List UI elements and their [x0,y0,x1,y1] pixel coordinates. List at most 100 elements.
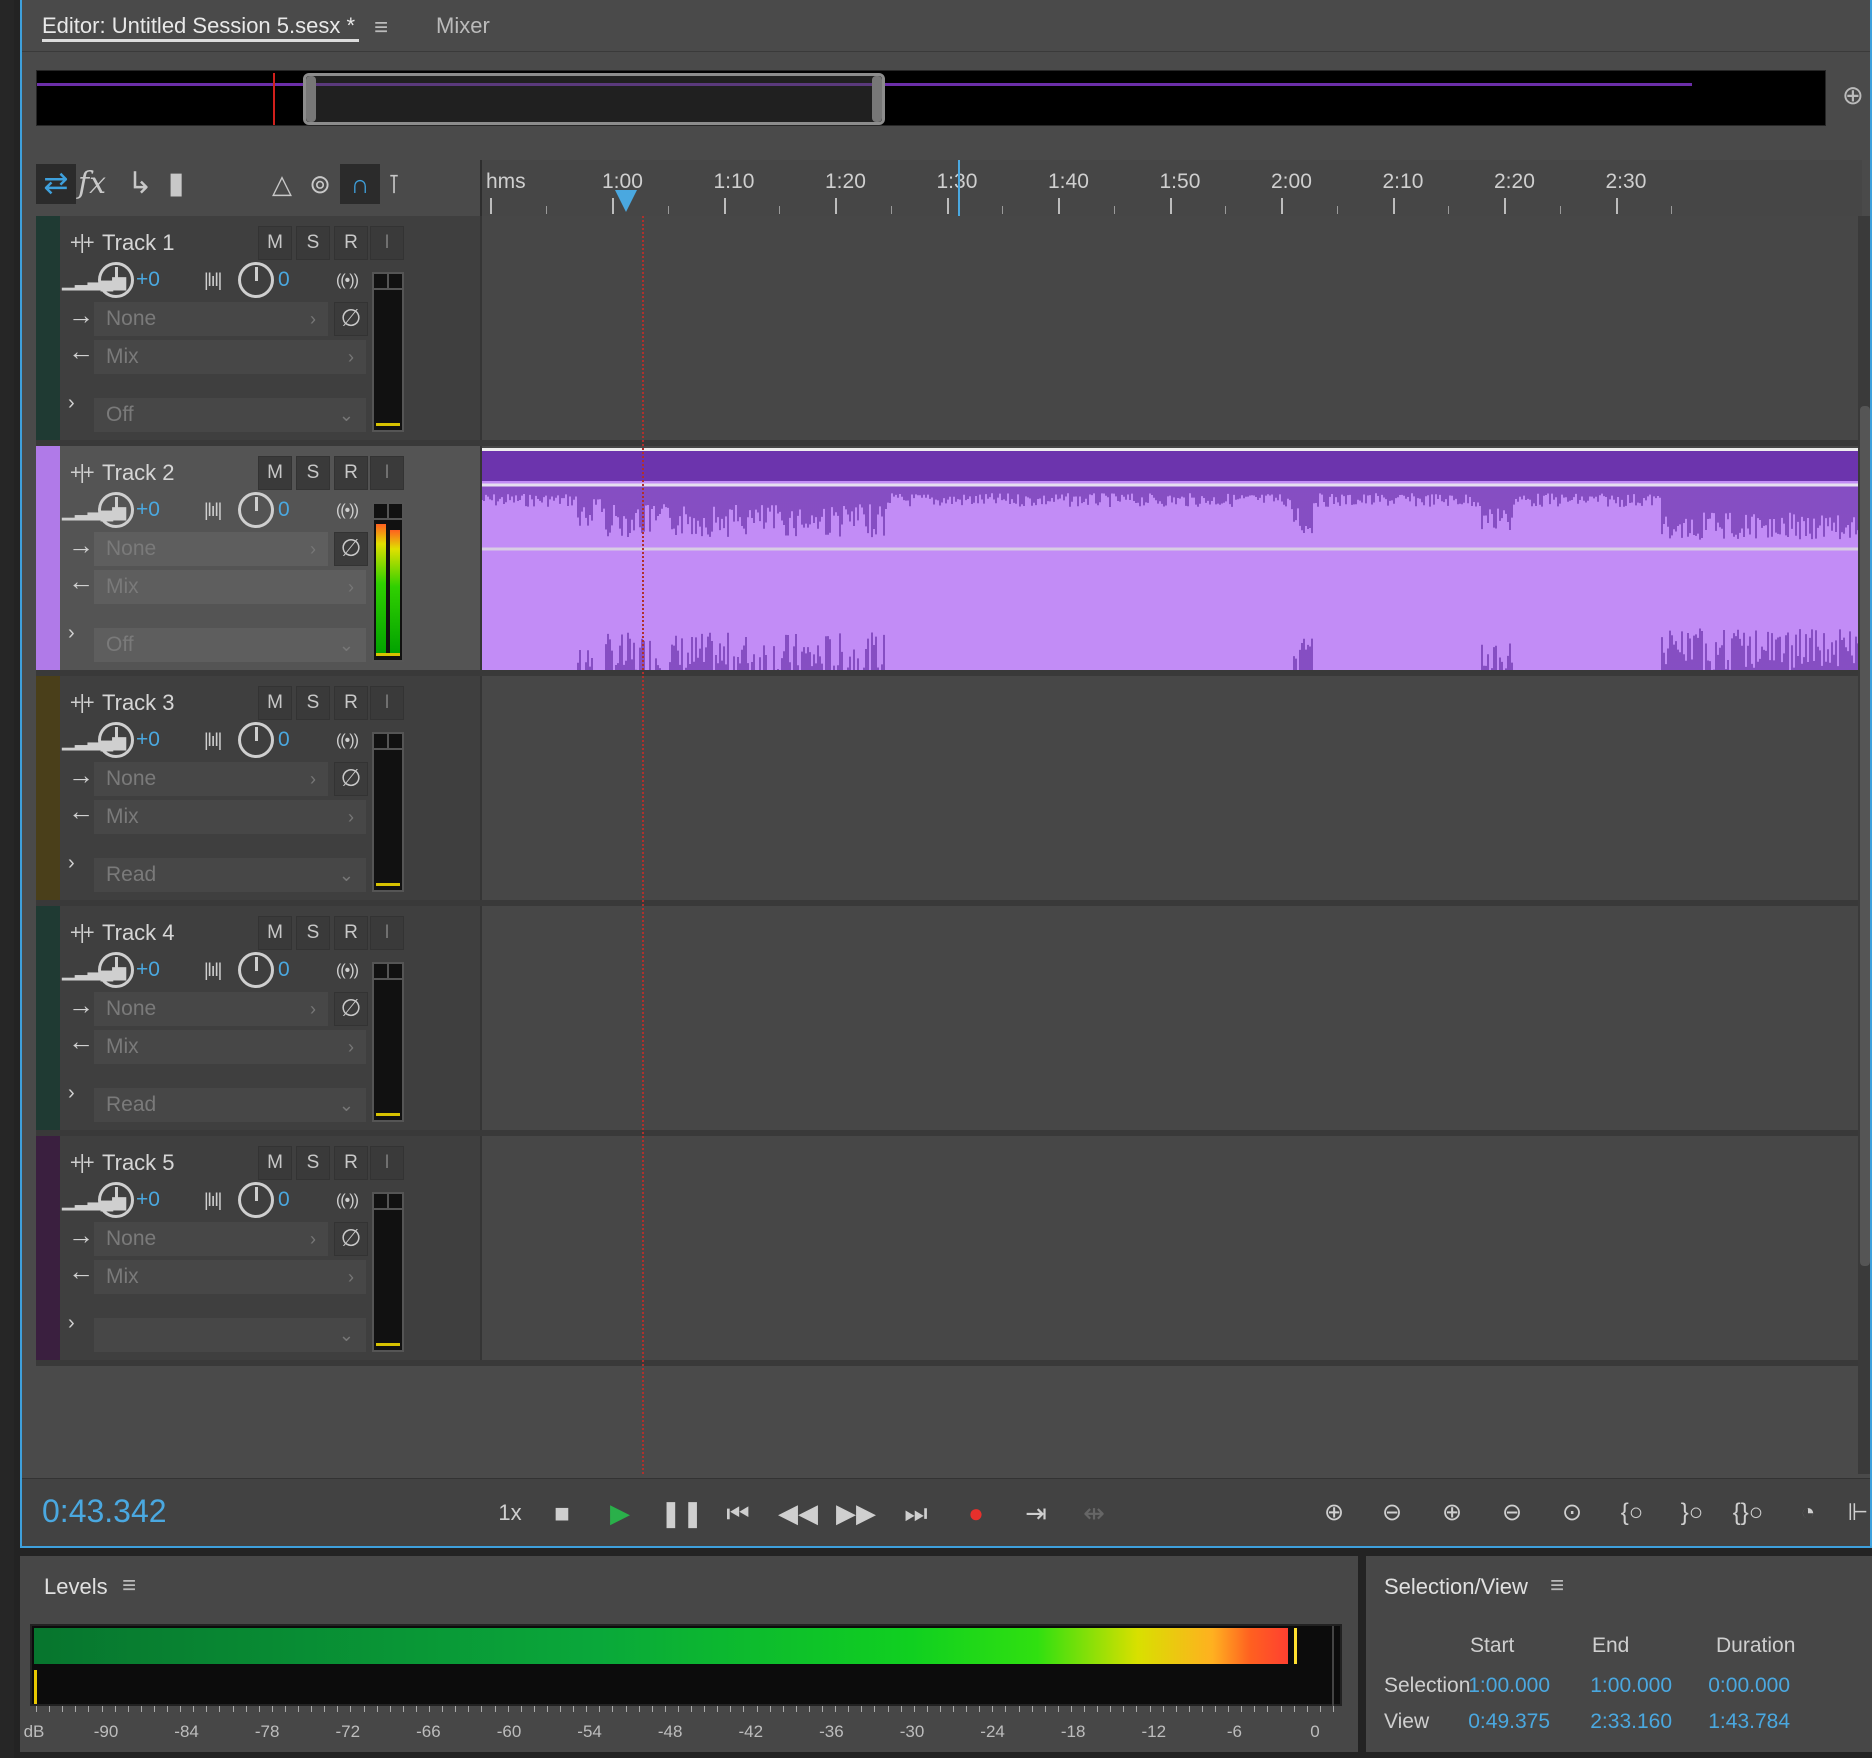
automation-mode-select[interactable]: Read ⌄ [94,1088,366,1122]
selection-start-field[interactable]: 1:00.000 [1454,1674,1550,1698]
track-name[interactable]: Track 4 [102,920,175,946]
expand-track-icon[interactable]: › [68,1312,75,1335]
pan-knob[interactable] [238,262,274,298]
input-monitor-button[interactable]: I [370,916,404,950]
mute-button[interactable]: M [258,456,292,490]
input-monitor-button[interactable]: I [370,456,404,490]
pan-knob[interactable] [238,722,274,758]
track-header[interactable]: +|+ Track 4 M S R I ▁▂▃▄▅ +0 |lıl| 0 ((•)) → None › ∅ ←… [60,906,480,1136]
output-select[interactable]: Mix › [94,570,366,604]
input-monitor-button[interactable]: I [370,226,404,260]
record-arm-button[interactable]: R [334,916,368,950]
pan-knob[interactable] [238,492,274,528]
zoom-to-selection-in-icon[interactable]: {○ [1610,1493,1654,1533]
inputs-outputs-icon[interactable]: ⇄ [36,164,76,204]
editor-panel-menu-icon[interactable]: ≡ [374,12,388,44]
record-arm-button[interactable]: R [334,456,368,490]
zoom-to-selection-out-icon[interactable]: }○ [1670,1493,1714,1533]
expand-track-icon[interactable]: › [68,1082,75,1105]
play-icon[interactable]: ▶ [600,1493,640,1533]
record-arm-button[interactable]: R [334,1146,368,1180]
overview-left-handle[interactable] [306,76,316,122]
track-header[interactable]: +|+ Track 3 M S R I ▁▂▃▄▅ +0 |lıl| 0 ((•)) → None › ∅ ←… [60,676,480,906]
output-select[interactable]: Mix › [94,800,366,834]
mute-button[interactable]: M [258,226,292,260]
zoom-to-view-icon[interactable]: ⊕ [1842,80,1870,116]
record-arm-button[interactable]: R [334,226,368,260]
record-arm-button[interactable]: R [334,686,368,720]
input-select[interactable]: None › [94,532,328,566]
pause-icon[interactable]: ❚❚ [660,1493,704,1533]
skip-to-start-icon[interactable]: ⏮ [718,1493,758,1533]
track-header[interactable]: +|+ Track 2 M S R I ▁▂▃▄▅ +0 |lıl| 0 ((•)) → None › ∅ ←… [60,446,480,676]
automation-mode-select[interactable]: Read ⌄ [94,858,366,892]
phase-invert-icon[interactable]: ∅ [334,992,368,1026]
track-2[interactable]: +|+ Track 2 M S R I ▁▂▃▄▅ +0 |lıl| 0 ((•)) → None › ∅ ←… [36,446,1862,712]
track-4[interactable]: +|+ Track 4 M S R I ▁▂▃▄▅ +0 |lıl| 0 ((•)) → None › ∅ ←… [36,906,1862,1136]
track-name[interactable]: Track 5 [102,1150,175,1176]
selection-duration-field[interactable]: 0:00.000 [1690,1674,1790,1698]
view-start-field[interactable]: 0:49.375 [1454,1710,1550,1734]
mute-button[interactable]: M [258,1146,292,1180]
zoom-in-time-icon[interactable]: ⊕ [1430,1493,1474,1533]
input-select[interactable]: None › [94,1222,328,1256]
pan-value[interactable]: 0 [278,498,290,522]
pan-knob[interactable] [238,1182,274,1218]
volume-value[interactable]: +0 [136,728,160,752]
selection-end-field[interactable]: 1:00.000 [1572,1674,1672,1698]
track-5[interactable]: +|+ Track 5 M S R I ▁▂▃▄▅ +0 |lıl| 0 ((•)) → None › ∅ ←… [36,1136,1862,1366]
pan-knob[interactable] [238,952,274,988]
pan-value[interactable]: 0 [278,268,290,292]
volume-value[interactable]: +0 [136,268,160,292]
selection-view-menu-icon[interactable]: ≡ [1550,1572,1564,1600]
volume-knob[interactable] [98,492,134,528]
phase-invert-icon[interactable]: ∅ [334,1222,368,1256]
phase-invert-icon[interactable]: ∅ [334,532,368,566]
volume-knob[interactable] [98,952,134,988]
rewind-icon[interactable]: ◀◀ [778,1493,818,1533]
solo-button[interactable]: S [296,686,330,720]
track-lane[interactable] [480,906,1862,1136]
fast-forward-icon[interactable]: ▶▶ [836,1493,876,1533]
effects-fx-icon[interactable]: fx [72,164,112,204]
zoom-out-amplitude-icon[interactable]: ⊖ [1370,1493,1414,1533]
output-select[interactable]: Mix › [94,1030,366,1064]
automation-mode-select[interactable]: ⌄ [94,1318,366,1352]
track-lane[interactable] [480,216,1862,446]
scrollbar-thumb[interactable] [1860,406,1870,1266]
solo-button[interactable]: S [296,916,330,950]
playhead-handle[interactable] [615,190,637,212]
overview-view-window[interactable] [303,73,885,125]
volume-knob[interactable] [98,1182,134,1218]
pan-value[interactable]: 0 [278,1188,290,1212]
solo-button[interactable]: S [296,1146,330,1180]
stop-icon[interactable]: ■ [542,1493,582,1533]
record-icon[interactable]: ● [956,1493,996,1533]
zoom-tracks-icon[interactable]: ⊩ [1836,1493,1872,1533]
zoom-out-full-icon[interactable]: ⊙ [1550,1493,1594,1533]
track-lane[interactable] [480,676,1862,906]
solo-button[interactable]: S [296,226,330,260]
view-end-field[interactable]: 2:33.160 [1572,1710,1672,1734]
output-select[interactable]: Mix › [94,1260,366,1294]
track-1[interactable]: +|+ Track 1 M S R I ▁▂▃▄▅ +0 |lıl| 0 ((•)) → None › ∅ ←… [36,216,1862,446]
zoom-playhead-icon[interactable]: ◔ [1786,1493,1830,1533]
expand-track-icon[interactable]: › [68,852,75,875]
tab-mixer[interactable]: Mixer [436,10,490,42]
levels-menu-icon[interactable]: ≡ [122,1572,136,1600]
volume-value[interactable]: +0 [136,958,160,982]
playback-speed[interactable]: 1x [490,1493,530,1533]
snap-loop-icon[interactable]: ⊚ [300,164,340,204]
volume-knob[interactable] [98,262,134,298]
mute-button[interactable]: M [258,916,292,950]
time-ruler[interactable]: hms 1:00 1:10 1:20 1:30 1:40 1:50 2:00 2:10 2:20… [480,160,1862,216]
volume-knob[interactable] [98,722,134,758]
phase-invert-icon[interactable]: ∅ [334,762,368,796]
track-3[interactable]: +|+ Track 3 M S R I ▁▂▃▄▅ +0 |lıl| 0 ((•)) → None › ∅ ←… [36,676,1862,906]
expand-track-icon[interactable]: › [68,392,75,415]
mute-button[interactable]: M [258,686,292,720]
skip-to-end-icon[interactable]: ⏭ [896,1493,936,1533]
track-name[interactable]: Track 2 [102,460,175,486]
input-select[interactable]: None › [94,302,328,336]
zoom-in-amplitude-icon[interactable]: ⊕ [1312,1493,1356,1533]
